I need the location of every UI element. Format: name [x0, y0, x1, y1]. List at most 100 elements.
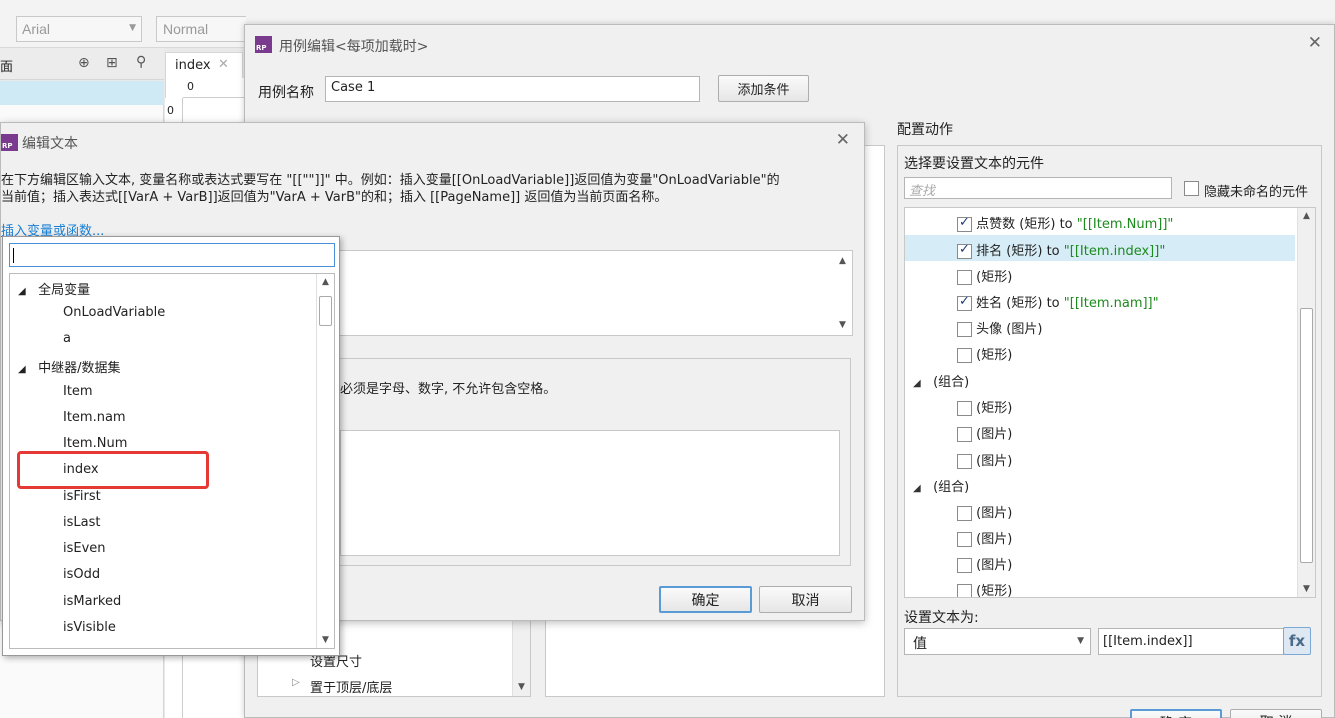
search-icon[interactable]: ⚲	[136, 54, 146, 70]
scroll-down-icon[interactable]: ▼	[1303, 584, 1310, 594]
widget-row[interactable]: (图片)	[957, 554, 1012, 573]
variable-item[interactable]: isFirst	[63, 489, 101, 504]
add-folder-icon[interactable]: ⊞	[106, 55, 118, 71]
action-item-bring-front[interactable]: 置于顶层/底层	[310, 677, 392, 696]
cancel-button[interactable]: 取消	[759, 586, 852, 613]
instructions-text: 在下方编辑区输入文本, 变量名称或表达式要写在 "[[""]]" 中。例如：插入…	[1, 172, 780, 206]
variable-item[interactable]: Item.Num	[63, 436, 127, 451]
variable-item[interactable]: OnLoadVariable	[63, 305, 165, 320]
to-word: to	[1046, 244, 1060, 259]
widget-row[interactable]: 排名 (矩形) to "[[Item.index]]"	[957, 240, 1165, 259]
variable-tree-scrollbar[interactable]: ▲ ▼	[316, 274, 334, 648]
group-row[interactable]: ◢ 中继器/数据集	[18, 357, 121, 376]
widget-checkbox[interactable]	[957, 348, 972, 363]
widget-row[interactable]: (矩形)	[957, 344, 1012, 363]
rp-logo-icon: RP	[1, 134, 18, 151]
widget-value: "[[Item.nam]]"	[1063, 296, 1159, 311]
widget-label: (图片)	[976, 532, 1013, 547]
chevron-down-icon: ▼	[1077, 636, 1084, 646]
group-row[interactable]: ◢ (组合)	[913, 371, 969, 390]
case-ok-label: 确 定	[1160, 713, 1192, 718]
text-edit-area[interactable]: ▲ ▼	[331, 250, 853, 336]
scroll-up-icon[interactable]: ▲	[1303, 211, 1310, 221]
variable-item[interactable]: a	[63, 331, 71, 346]
widget-checkbox[interactable]	[957, 454, 972, 469]
collapse-triangle-icon[interactable]: ◢	[18, 286, 26, 297]
config-panel: 选择要设置文本的元件 查找 隐藏未命名的元件 点赞数 (矩形) to "[[It…	[897, 145, 1322, 697]
scroll-down-icon[interactable]: ▼	[322, 635, 329, 645]
widget-row[interactable]: (图片)	[957, 502, 1012, 521]
variable-item[interactable]: isLast	[63, 515, 100, 530]
scroll-down-icon[interactable]: ▼	[839, 320, 846, 330]
widget-checkbox[interactable]	[957, 401, 972, 416]
widget-checkbox[interactable]	[957, 506, 972, 521]
widget-checkbox[interactable]	[957, 215, 972, 232]
local-variables-list[interactable]	[340, 430, 840, 556]
widget-row[interactable]: (矩形)	[957, 580, 1013, 598]
scroll-up-icon[interactable]: ▲	[839, 256, 846, 266]
widget-row[interactable]: (图片)	[957, 528, 1012, 547]
case-ok-button[interactable]: 确 定	[1130, 709, 1222, 718]
value-type-value: 值	[913, 636, 927, 652]
variable-item[interactable]: isVisible	[63, 620, 116, 635]
variable-item[interactable]: Item.nam	[63, 410, 126, 425]
widget-row[interactable]: (图片)	[957, 423, 1012, 442]
widget-checkbox[interactable]	[957, 270, 972, 285]
scroll-thumb[interactable]	[319, 296, 332, 326]
variable-item[interactable]: isEven	[63, 541, 106, 556]
chevron-down-icon: ▼	[129, 23, 136, 33]
widget-row[interactable]: 点赞数 (矩形) to "[[Item.Num]]"	[957, 213, 1173, 232]
close-icon[interactable]: ✕	[836, 130, 850, 150]
canvas-tab-label: index	[175, 58, 211, 73]
widget-checkbox[interactable]	[957, 322, 972, 337]
scroll-up-icon[interactable]: ▲	[322, 277, 329, 287]
collapse-triangle-icon[interactable]: ◢	[913, 483, 921, 494]
text-edit-scrollbar[interactable]: ▲ ▼	[834, 251, 852, 335]
case-name-input[interactable]: Case 1	[325, 76, 700, 102]
hide-unnamed-checkbox[interactable]	[1184, 181, 1199, 196]
font-select[interactable]: Arial ▼	[16, 16, 142, 42]
widget-row[interactable]: (矩形)	[957, 266, 1012, 285]
group-row[interactable]: ◢ 全局变量	[18, 279, 90, 298]
scroll-down-icon[interactable]: ▼	[518, 682, 525, 692]
widget-search-input[interactable]: 查找	[904, 177, 1172, 199]
canvas-tab[interactable]: index ✕	[165, 52, 243, 78]
collapse-triangle-icon[interactable]: ◢	[18, 364, 26, 375]
fx-button[interactable]: fx	[1283, 627, 1311, 655]
widget-checkbox[interactable]	[957, 558, 972, 573]
widget-checkbox[interactable]	[957, 294, 972, 311]
case-editor-title: 用例编辑<每项加载时>	[279, 39, 429, 55]
group-row[interactable]: ◢ (组合)	[913, 476, 969, 495]
case-cancel-button[interactable]: 取 消	[1230, 709, 1322, 718]
close-icon[interactable]: ✕	[1308, 33, 1322, 53]
ok-button[interactable]: 确定	[659, 586, 752, 613]
hide-unnamed-label[interactable]: 隐藏未命名的元件	[1204, 181, 1308, 200]
widget-row[interactable]: (图片)	[957, 450, 1012, 469]
widget-checkbox[interactable]	[957, 532, 972, 547]
widget-checkbox[interactable]	[957, 242, 972, 259]
edit-text-title: 编辑文本	[22, 136, 78, 152]
close-icon[interactable]: ✕	[218, 57, 229, 72]
style-select[interactable]: Normal	[156, 16, 246, 42]
variable-picker-popup: ◢ 全局变量 OnLoadVariable a ◢ 中继器/数据集 Item I…	[2, 236, 340, 656]
variable-item[interactable]: isOdd	[63, 567, 100, 582]
widget-tree-scrollbar[interactable]: ▲ ▼	[1297, 208, 1315, 597]
expand-arrow-icon[interactable]: ▷	[292, 677, 300, 688]
scroll-thumb[interactable]	[1300, 308, 1313, 563]
rp-logo-icon: RP	[255, 36, 272, 53]
variable-item[interactable]: Item	[63, 384, 93, 399]
widget-row[interactable]: 头像 (图片)	[957, 318, 1042, 337]
widget-checkbox[interactable]	[957, 427, 972, 442]
widget-label: (矩形)	[976, 584, 1013, 598]
collapse-triangle-icon[interactable]: ◢	[913, 378, 921, 389]
add-page-icon[interactable]: ⊕	[78, 55, 90, 71]
value-type-select[interactable]: 值 ▼	[904, 628, 1091, 655]
text-value-input[interactable]: [[Item.index]]	[1098, 628, 1284, 655]
variable-search-input[interactable]	[9, 243, 335, 267]
widget-row[interactable]: (矩形)	[957, 397, 1012, 416]
add-condition-button[interactable]: 添加条件	[718, 75, 809, 102]
variable-item[interactable]: isMarked	[63, 594, 121, 609]
widget-row[interactable]: 姓名 (矩形) to "[[Item.nam]]"	[957, 292, 1159, 311]
widget-checkbox[interactable]	[957, 584, 972, 597]
selected-page-row[interactable]	[0, 81, 164, 105]
